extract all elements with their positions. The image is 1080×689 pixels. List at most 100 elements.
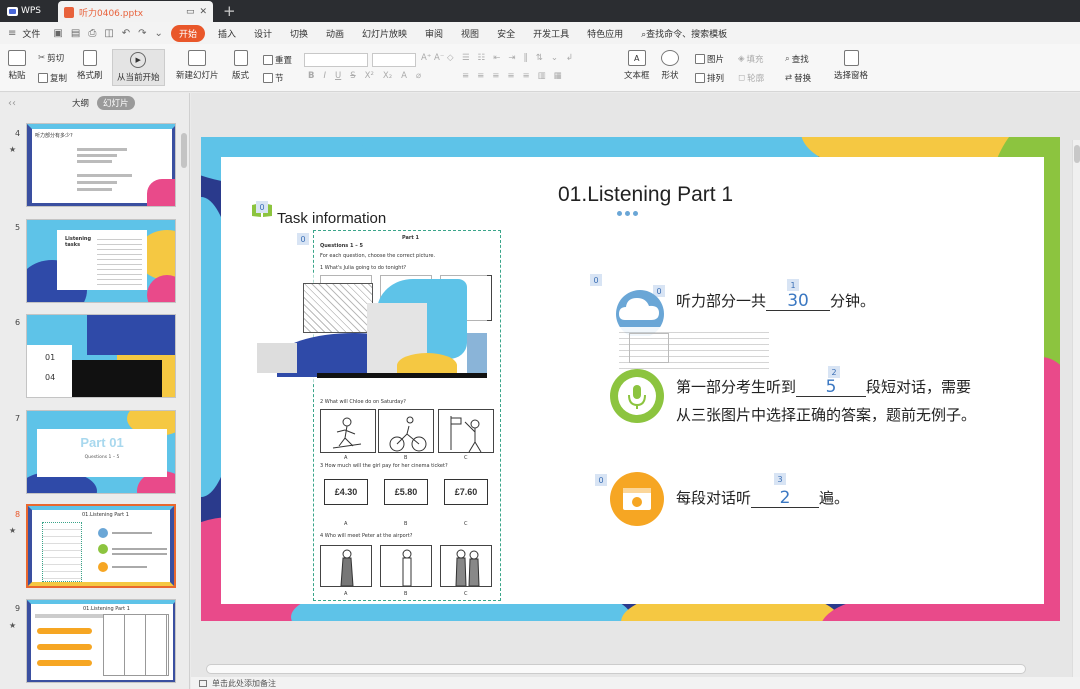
command-search[interactable]: ⌕查找命令、搜索模板 xyxy=(632,27,736,40)
reset-button[interactable]: 重置 xyxy=(263,54,292,66)
blank-answer[interactable]: 2 xyxy=(751,489,820,508)
horizontal-scrollbar[interactable] xyxy=(206,664,1026,674)
collapse-panel-icon[interactable]: ‹‹ xyxy=(8,98,16,109)
panel-tabs: ‹‹ 大纲 幻灯片 xyxy=(0,93,189,113)
slide-thumbnail-panel: ‹‹ 大纲 幻灯片 4 ★ 听力部分有多少? 5 Listening tasks… xyxy=(0,93,190,689)
format-painter-button[interactable]: 格式刷 xyxy=(77,50,103,81)
notes-placeholder[interactable]: 单击此处添加备注 xyxy=(212,678,276,689)
layout-button[interactable]: 版式 xyxy=(232,50,249,81)
print-icon[interactable]: ⎙ xyxy=(84,28,100,39)
font-size-adjust[interactable]: A⁺ A⁻ ◇ xyxy=(421,53,454,63)
animation-badge: 0 xyxy=(256,201,268,213)
redo-icon[interactable]: ↷ xyxy=(134,28,150,39)
new-tab-icon[interactable]: + xyxy=(223,2,236,20)
animation-badge: 0 xyxy=(590,274,602,286)
replace-icon: ⇄ xyxy=(785,73,793,83)
slide-content-area: 01.Listening Part 1 0 Task information 0… xyxy=(221,157,1044,604)
open-icon[interactable]: ▤ xyxy=(67,28,84,39)
arrange-button[interactable]: 排列 xyxy=(695,72,724,84)
wps-app-label: WPS xyxy=(20,6,42,16)
tab-view[interactable]: 视图 xyxy=(452,27,488,40)
thumb-number: 8 xyxy=(15,510,21,519)
document-tab[interactable]: 听力0406.pptx ▭ ✕ xyxy=(58,1,213,23)
part-one-description-line2[interactable]: 从三张图片中选择正确的答案，题前无例子。 xyxy=(676,404,976,425)
textbox-button[interactable]: A 文本框 xyxy=(624,50,650,81)
paste-button[interactable]: 粘贴 xyxy=(8,50,26,81)
copy-button[interactable]: 复制 xyxy=(38,72,67,84)
price-option: £5.80 xyxy=(384,479,428,505)
slide-thumbnail-7[interactable]: Part 01 Questions 1 – 5 xyxy=(26,410,176,494)
price-option: £7.60 xyxy=(444,479,488,505)
picture-button[interactable]: 图片 xyxy=(695,53,724,65)
animation-star-icon: ★ xyxy=(9,526,17,535)
slide-thumbnail-9[interactable]: 01.Listening Part 1 xyxy=(26,599,176,683)
section-button[interactable]: 节 xyxy=(263,72,284,84)
replace-button[interactable]: ⇄ 替换 xyxy=(785,72,811,84)
slide-thumbnail-5[interactable]: Listening tasks xyxy=(26,219,176,303)
thumb-number: 5 xyxy=(15,223,21,232)
outline-button[interactable]: ◻ 轮廓 xyxy=(738,72,764,84)
tab-developer[interactable]: 开发工具 xyxy=(524,27,578,40)
new-slide-button[interactable]: 新建幻灯片 xyxy=(176,50,219,81)
hamburger-menu-icon[interactable]: ≡ xyxy=(4,28,20,39)
animation-star-icon: ★ xyxy=(9,621,17,630)
wps-logo-icon xyxy=(6,6,18,16)
outline-icon: ◻ xyxy=(738,73,746,83)
find-button[interactable]: ⌕ 查找 xyxy=(785,53,809,65)
tab-home[interactable]: 开始 xyxy=(170,24,205,42)
document-title: 听力0406.pptx xyxy=(79,8,144,19)
fill-button[interactable]: ◈ 填充 xyxy=(738,53,764,65)
blank-answer[interactable]: 5 xyxy=(796,378,867,397)
tab-restore-icon[interactable]: ▭ xyxy=(186,7,195,17)
blank-answer[interactable]: 30 xyxy=(766,292,831,311)
paragraph-buttons-bottom[interactable]: ≡ ≡ ≡ ≡ ≡ ▥ ▦ xyxy=(462,71,562,81)
selection-pane-button[interactable]: 选择窗格 xyxy=(834,50,868,81)
current-slide[interactable]: 01.Listening Part 1 0 Task information 0… xyxy=(201,137,1060,621)
thumbnail-scrollbar[interactable] xyxy=(181,133,187,168)
tab-insert[interactable]: 插入 xyxy=(209,27,245,40)
wps-home-tab[interactable]: WPS xyxy=(0,0,48,22)
tab-security[interactable]: 安全 xyxy=(488,27,524,40)
scissors-icon: ✂ xyxy=(38,53,46,63)
tab-special[interactable]: 特色应用 xyxy=(578,27,632,40)
print-preview-icon[interactable]: ◫ xyxy=(100,28,117,39)
vertical-scrollbar[interactable] xyxy=(1072,140,1080,680)
slide-thumbnail-8[interactable]: 01.Listening Part 1 xyxy=(26,504,176,588)
section-icon xyxy=(263,73,273,83)
cut-button[interactable]: ✂ 剪切 xyxy=(38,52,64,64)
tab-slides[interactable]: 幻灯片 xyxy=(97,96,135,110)
close-tab-icon[interactable]: ✕ xyxy=(199,7,207,17)
repeat-count-text[interactable]: 每段对话听 2 遍。 xyxy=(676,487,849,508)
slide-thumbnail-4[interactable]: 听力部分有多少? xyxy=(26,123,176,207)
menu-file[interactable]: 文件 xyxy=(20,27,49,40)
notes-bar[interactable]: 单击此处添加备注 xyxy=(191,677,1080,689)
tab-slideshow[interactable]: 幻灯片放映 xyxy=(353,27,416,40)
paragraph-buttons-top[interactable]: ☰ ☷ ⇤ ⇥ ‖ ⇅ ⌄ ↲ xyxy=(462,53,573,63)
tab-review[interactable]: 审阅 xyxy=(416,27,452,40)
slide-title[interactable]: 01.Listening Part 1 xyxy=(558,183,733,207)
slide-thumbnail-6[interactable]: 01 04 xyxy=(26,314,176,398)
font-name-select[interactable] xyxy=(304,53,368,67)
tab-transitions[interactable]: 切换 xyxy=(281,27,317,40)
more-icon[interactable]: ⌄ xyxy=(151,28,167,39)
paste-icon xyxy=(8,50,26,66)
part-one-description-line1[interactable]: 第一部分考生听到 5 段短对话，需要 xyxy=(676,376,971,397)
scrollbar-thumb[interactable] xyxy=(1074,145,1080,163)
tab-animations[interactable]: 动画 xyxy=(317,27,353,40)
listening-duration-text[interactable]: 听力部分一共 30 分钟。 xyxy=(676,290,875,311)
font-size-select[interactable] xyxy=(372,53,416,67)
save-icon[interactable]: ▣ xyxy=(49,28,66,39)
shape-button[interactable]: 形状 xyxy=(661,50,679,81)
tab-outline[interactable]: 大纲 xyxy=(72,97,89,109)
tab-design[interactable]: 设计 xyxy=(245,27,281,40)
task-information-heading[interactable]: Task information xyxy=(277,210,386,227)
undo-icon[interactable]: ↶ xyxy=(118,28,134,39)
title-bar: WPS 听力0406.pptx ▭ ✕ + xyxy=(0,0,1080,23)
animation-star-icon: ★ xyxy=(9,145,17,154)
font-style-buttons[interactable]: B I U S X² X₂ A ⌀ xyxy=(308,71,421,81)
pptx-file-icon xyxy=(64,6,74,18)
play-from-current-button[interactable]: ▶ 从当前开始 xyxy=(112,49,165,86)
transition-artifact-overlay xyxy=(257,273,487,383)
notes-icon xyxy=(199,679,207,687)
thumb-number: 7 xyxy=(15,414,21,423)
